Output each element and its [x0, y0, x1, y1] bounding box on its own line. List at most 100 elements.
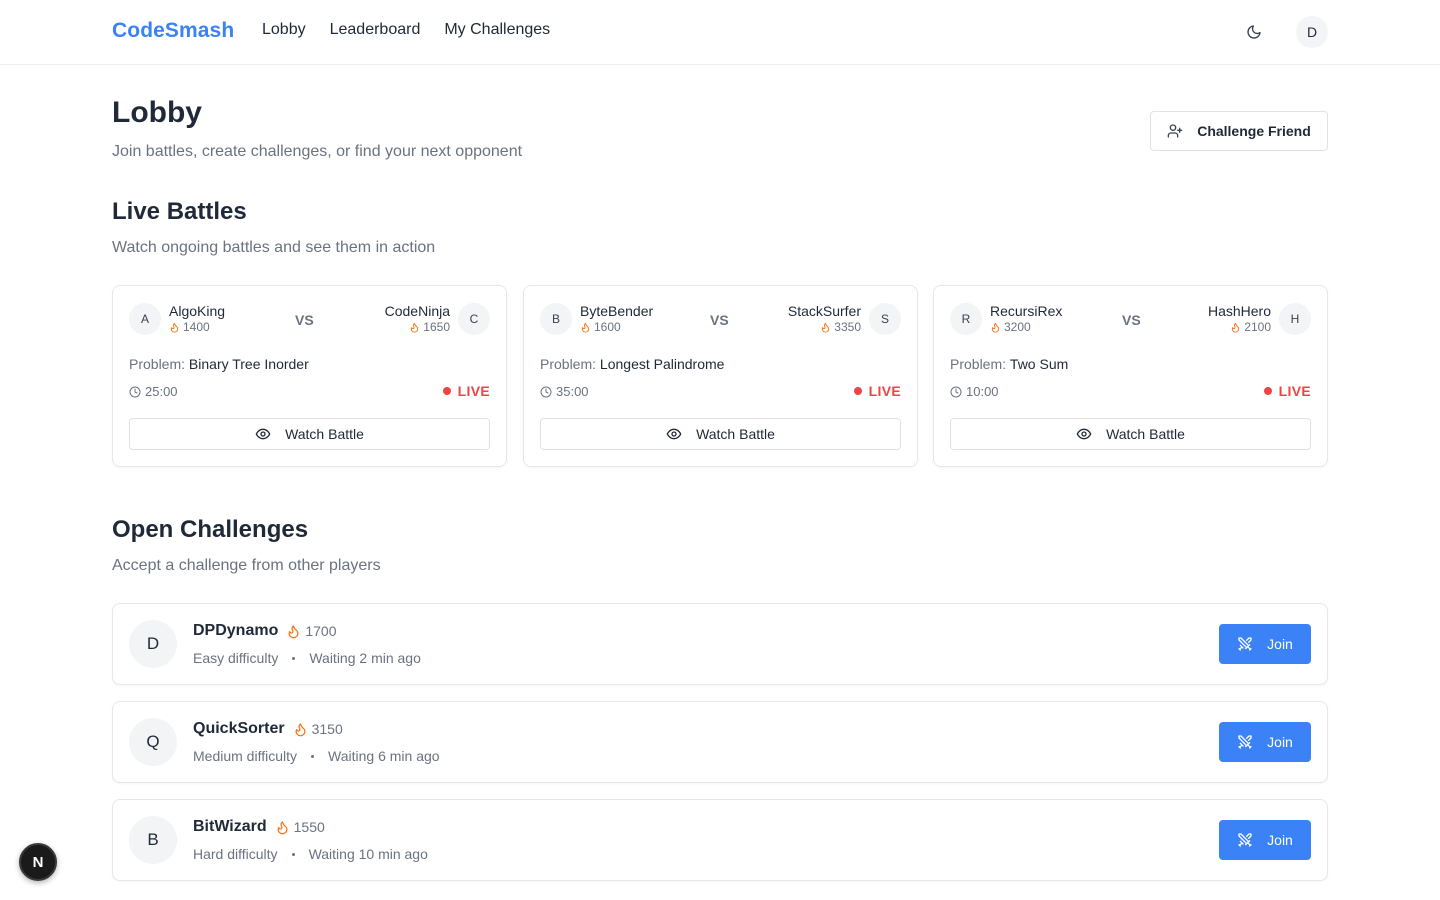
eye-icon	[255, 428, 271, 440]
player-rating: 1400	[169, 320, 225, 335]
clock-icon	[950, 386, 962, 397]
watch-battle-label: Watch Battle	[285, 426, 364, 442]
join-label: Join	[1267, 636, 1293, 652]
difficulty-label: Medium difficulty	[193, 748, 298, 764]
player-one: B ByteBender 1600	[540, 303, 653, 335]
watch-battle-button[interactable]: Watch Battle	[129, 418, 490, 450]
challenge-row: D DPDynamo 1700 Easy difficulty Waiting …	[112, 603, 1328, 685]
rating-value: 3150	[311, 721, 343, 737]
nav-my-challenges[interactable]: My Challenges	[444, 21, 550, 39]
player-name: AlgoKing	[169, 303, 226, 319]
problem-line: Problem: Two Sum	[950, 356, 1068, 372]
live-battles-title: Live Battles	[112, 198, 247, 225]
avatar: H	[1279, 303, 1311, 335]
problem-prefix: Problem:	[129, 356, 186, 372]
live-battle-card: B ByteBender 1600 VS StackSurfer 3350 S …	[523, 285, 918, 467]
player-two: StackSurfer 3350 S	[788, 303, 901, 335]
challenge-row: Q QuickSorter 3150 Medium difficulty Wai…	[112, 701, 1328, 783]
player-rating: 1650	[385, 320, 450, 335]
challenger-rating: 1700	[286, 623, 337, 639]
eye-icon	[666, 428, 682, 440]
rating-value: 1400	[183, 320, 210, 334]
problem-line: Problem: Longest Palindrome	[540, 356, 724, 372]
join-button[interactable]: Join	[1219, 624, 1311, 664]
join-button[interactable]: Join	[1219, 820, 1311, 860]
join-button[interactable]: Join	[1219, 722, 1311, 762]
watch-battle-label: Watch Battle	[696, 426, 775, 442]
waiting-label: Waiting 2 min ago	[309, 650, 421, 666]
join-label: Join	[1267, 832, 1293, 848]
battle-timer: 10:00	[950, 384, 999, 399]
live-dot	[442, 387, 451, 395]
rating-value: 1600	[594, 320, 621, 334]
page-subtitle: Join battles, create challenges, or find…	[112, 143, 523, 160]
challenger-info: DPDynamo 1700	[193, 622, 337, 640]
flame-icon	[170, 322, 179, 333]
theme-toggle-button[interactable]	[1238, 16, 1270, 48]
open-challenges-title: Open Challenges	[112, 516, 309, 543]
problem-name: Binary Tree Inorder	[188, 356, 309, 372]
live-label: LIVE	[868, 383, 901, 399]
player-name: CodeNinja	[384, 303, 450, 319]
player-two: CodeNinja 1650 C	[385, 303, 490, 335]
challenge-meta: Medium difficulty Waiting 6 min ago	[193, 748, 440, 764]
challenger-info: QuickSorter 3150	[193, 720, 343, 738]
avatar: B	[540, 303, 572, 335]
challenge-meta: Hard difficulty Waiting 10 min ago	[193, 846, 428, 862]
challenge-friend-button[interactable]: Challenge Friend	[1150, 111, 1328, 151]
waiting-label: Waiting 6 min ago	[328, 748, 440, 764]
challenger-info: BitWizard 1550	[193, 818, 325, 836]
rating-value: 1650	[423, 320, 450, 334]
flame-icon	[1232, 322, 1240, 333]
player-one: A AlgoKing 1400	[129, 303, 225, 335]
timer-value: 10:00	[966, 384, 999, 399]
live-battle-card: R RecursiRex 3200 VS HashHero 2100 H Pro…	[933, 285, 1328, 467]
separator-dot	[291, 852, 295, 856]
user-avatar[interactable]: D	[1296, 16, 1328, 48]
user-plus-icon	[1167, 124, 1183, 138]
player-two: HashHero 2100 H	[1208, 303, 1311, 335]
dev-tools-badge[interactable]: N	[19, 843, 57, 881]
avatar: A	[129, 303, 161, 335]
nav-lobby[interactable]: Lobby	[262, 21, 306, 39]
open-challenges-subtitle: Accept a challenge from other players	[112, 557, 381, 574]
challenger-name: DPDynamo	[193, 622, 279, 639]
problem-line: Problem: Binary Tree Inorder	[129, 356, 309, 372]
avatar: S	[869, 303, 901, 335]
nav-leaderboard[interactable]: Leaderboard	[330, 21, 421, 39]
avatar: R	[950, 303, 982, 335]
brand-logo[interactable]: CodeSmash	[112, 19, 234, 43]
challenger-rating: 3150	[293, 721, 343, 737]
vs-label: VS	[710, 312, 729, 328]
main-nav: Lobby Leaderboard My Challenges	[262, 21, 550, 39]
live-label: LIVE	[1278, 383, 1311, 399]
challenge-friend-label: Challenge Friend	[1197, 123, 1311, 139]
moon-icon	[1247, 25, 1261, 39]
avatar: C	[458, 303, 490, 335]
live-dot	[853, 387, 862, 395]
challenger-rating: 1550	[275, 819, 325, 835]
separator-dot	[292, 656, 296, 660]
rating-value: 3200	[1004, 320, 1031, 334]
avatar: B	[129, 816, 177, 864]
live-indicator: LIVE	[853, 383, 901, 399]
watch-battle-button[interactable]: Watch Battle	[950, 418, 1311, 450]
top-navbar: CodeSmash Lobby Leaderboard My Challenge…	[0, 0, 1440, 65]
vs-label: VS	[1122, 312, 1141, 328]
rating-value: 2100	[1244, 320, 1271, 334]
live-battle-card: A AlgoKing 1400 VS CodeNinja 1650 C Prob…	[112, 285, 507, 467]
battle-timer: 25:00	[129, 384, 178, 399]
separator-dot	[311, 754, 315, 758]
challenge-meta: Easy difficulty Waiting 2 min ago	[193, 650, 421, 666]
flame-icon	[581, 322, 590, 333]
watch-battle-label: Watch Battle	[1106, 426, 1185, 442]
difficulty-label: Hard difficulty	[193, 846, 278, 862]
flame-icon	[411, 322, 419, 333]
watch-battle-button[interactable]: Watch Battle	[540, 418, 901, 450]
swords-icon	[1238, 735, 1252, 749]
live-dot	[1263, 387, 1272, 395]
join-label: Join	[1267, 734, 1293, 750]
problem-prefix: Problem:	[540, 356, 597, 372]
problem-name: Longest Palindrome	[599, 356, 725, 372]
player-rating: 2100	[1208, 320, 1271, 335]
